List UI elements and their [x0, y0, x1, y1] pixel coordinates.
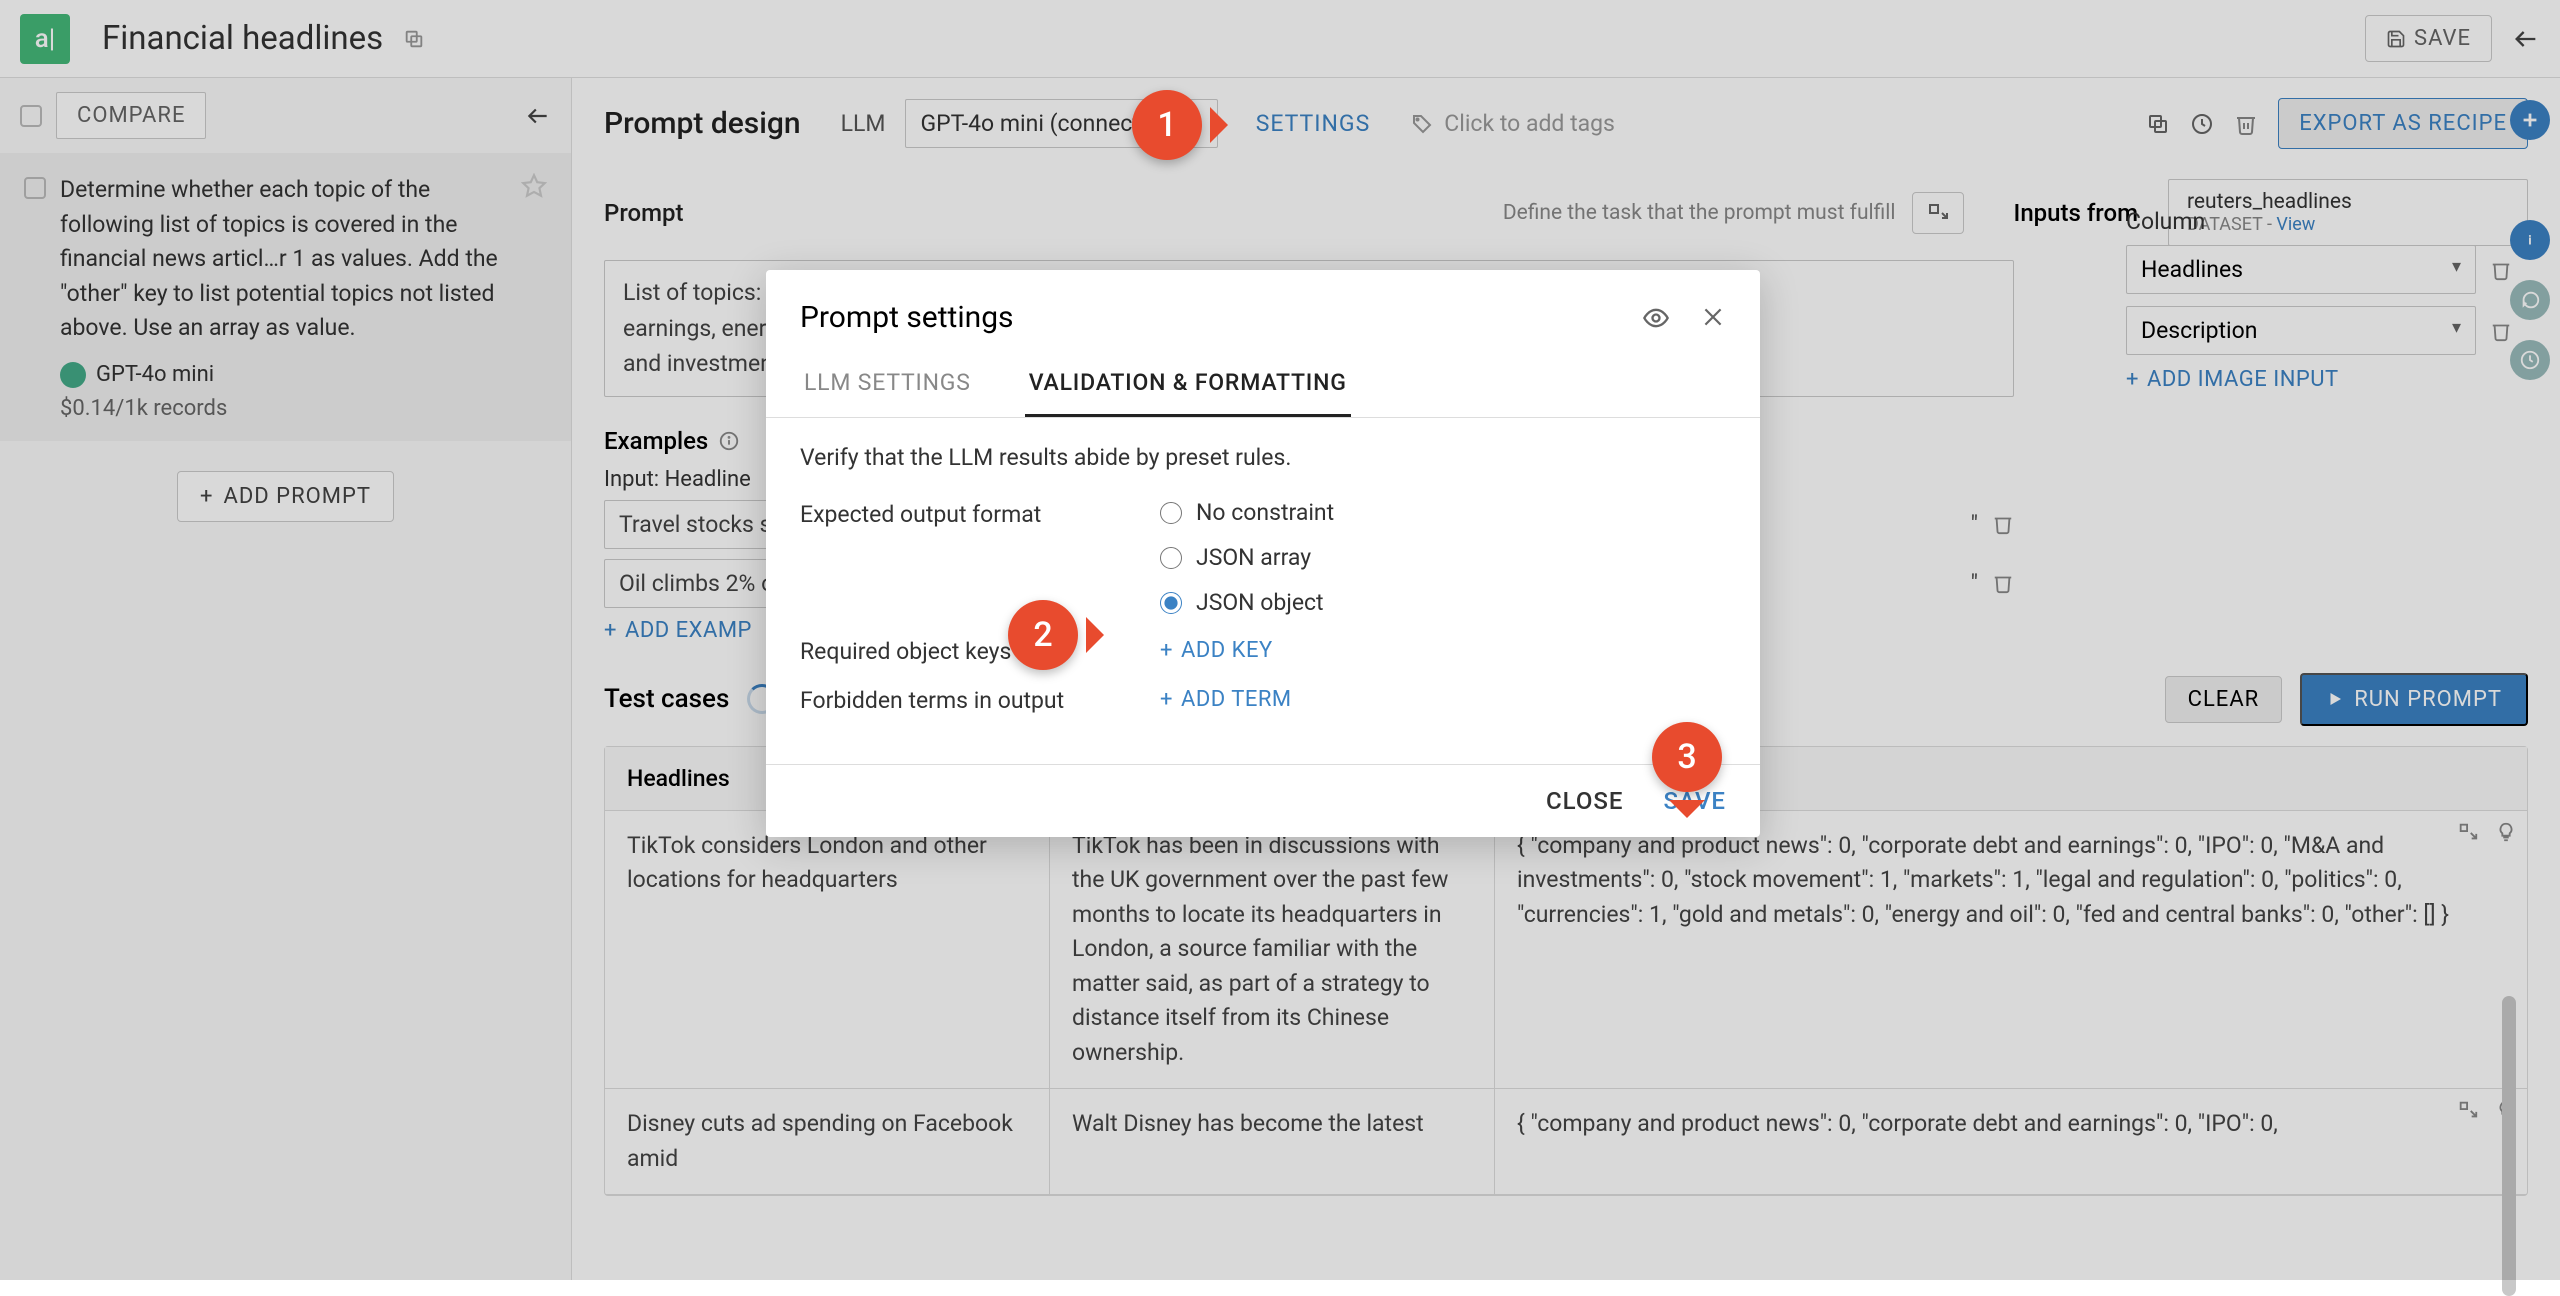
modal-close-button[interactable]: CLOSE [1546, 787, 1624, 815]
radio-json-object[interactable]: JSON object [1160, 589, 1334, 616]
add-term-label: ADD TERM [1181, 687, 1292, 712]
tab-validation-formatting[interactable]: VALIDATION & FORMATTING [1025, 355, 1351, 417]
add-key-button[interactable]: + ADD KEY [1160, 636, 1273, 665]
close-icon[interactable] [1700, 304, 1726, 332]
eye-icon[interactable] [1642, 304, 1670, 332]
callout-number: 2 [1008, 600, 1078, 670]
modal-title: Prompt settings [800, 300, 1014, 335]
plus-icon: + [1160, 687, 1173, 712]
callout-2: 2 [1008, 600, 1108, 674]
expected-output-label: Expected output format [800, 499, 1160, 616]
callout-number: 1 [1132, 90, 1202, 160]
radio-no-constraint[interactable]: No constraint [1160, 499, 1334, 526]
radio-label: JSON object [1196, 589, 1324, 616]
add-term-button[interactable]: + ADD TERM [1160, 685, 1292, 714]
plus-icon: + [1160, 638, 1173, 663]
callout-3: 3 [1652, 722, 1752, 796]
radio-label: JSON array [1196, 544, 1311, 571]
callout-1: 1 [1132, 90, 1232, 164]
radio-label: No constraint [1196, 499, 1334, 526]
tab-llm-settings[interactable]: LLM SETTINGS [800, 355, 975, 417]
forbidden-terms-label: Forbidden terms in output [800, 685, 1160, 714]
verify-text: Verify that the LLM results abide by pre… [800, 444, 1726, 471]
prompt-settings-modal: Prompt settings LLM SETTINGS VALIDATION … [766, 270, 1760, 837]
callout-number: 3 [1652, 722, 1722, 792]
add-key-label: ADD KEY [1181, 638, 1273, 663]
radio-json-array[interactable]: JSON array [1160, 544, 1334, 571]
